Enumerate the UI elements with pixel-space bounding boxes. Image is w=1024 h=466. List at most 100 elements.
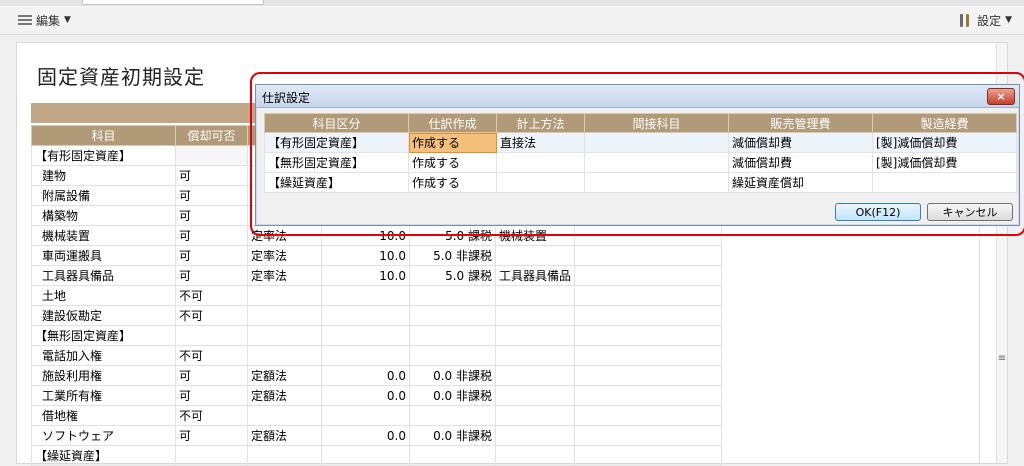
table-row[interactable]: 【繰延資産】 作成する 繰延資産償却 [264,172,1017,193]
table-row[interactable]: 車両運搬具可定率法 10.0 5.0 非課税 [31,245,723,266]
settings-menu-button[interactable]: 設定 ▼ [957,12,1012,28]
cell-zanzon[interactable]: 5.0 非課税 [409,245,496,266]
cell-nensu[interactable]: 0.0 [321,425,410,446]
edit-menu-button[interactable]: 編集 ▼ [18,12,71,28]
cell-zanzon[interactable] [409,405,496,426]
cell-kamoku[interactable]: 施設利用権 [31,365,176,386]
cell-kamoku[interactable]: 構築物 [31,205,176,226]
cell-shiwake-sakusei[interactable]: 作成する [408,152,497,173]
col-header-seizo-keihi[interactable]: 製造経費 [872,113,1017,133]
scroll-grip-icon[interactable]: ≡ [997,353,1007,364]
cell-kamoku[interactable]: 機械装置 [31,225,176,246]
cell-shokyaku[interactable]: 不可 [175,285,248,306]
cell-kamoku2[interactable]: 工具器具備品 [494,265,576,286]
cell-extra[interactable] [574,245,723,266]
cell-zanzon[interactable]: 0.0 非課税 [409,425,496,446]
cell-kansetsu-kamoku[interactable] [584,152,729,173]
cell-kamoku[interactable]: ソフトウェア [31,425,176,446]
cell-keijo-houhou[interactable]: 直接法 [496,132,585,153]
cell-shokyaku[interactable]: 可 [175,225,248,246]
cell-nensu[interactable] [321,445,410,466]
cell-zanzon[interactable]: 0.0 非課税 [409,365,496,386]
cell-shokyaku[interactable]: 不可 [175,305,248,326]
cell-nensu[interactable] [321,285,410,306]
cell-nensu[interactable]: 0.0 [321,365,410,386]
cell-kamoku[interactable]: 建設仮勘定 [31,305,176,326]
cell-kamoku-kubun[interactable]: 【無形固定資産】 [264,152,409,173]
cell-zanzon[interactable] [409,445,496,466]
col-header-kansetsu-kamoku[interactable]: 間接科目 [584,113,729,133]
cell-shokyaku[interactable]: 可 [175,165,248,186]
table-row[interactable]: 【無形固定資産】 作成する 減価償却費 [製]減価償却費 [264,152,1017,173]
cell-keijo-houhou[interactable] [496,152,585,173]
cell-kamoku-kubun[interactable]: 【繰延資産】 [264,172,409,193]
ok-button[interactable]: OK(F12) [835,203,921,221]
cell-houhou[interactable]: 定額法 [247,385,322,406]
cell-kamoku2[interactable] [494,405,576,426]
cell-houhou[interactable]: 定率法 [247,265,322,286]
cell-shiwake-sakusei[interactable]: 作成する [408,132,497,153]
table-row[interactable]: ソフトウェア可定額法 0.0 0.0 非課税 [31,425,723,446]
cell-houhou[interactable] [247,325,322,346]
cell-kamoku[interactable]: 電話加入権 [31,345,176,366]
col-header-hanbai-kanrihi[interactable]: 販売管理費 [728,113,873,133]
cell-kamoku2[interactable] [494,305,576,326]
col-header-keijo-houhou[interactable]: 計上方法 [496,113,585,133]
cell-extra[interactable] [574,325,723,346]
col-header-kamoku-kubun[interactable]: 科目区分 [264,113,409,133]
table-row[interactable]: 【無形固定資産】 [31,325,723,346]
cell-extra[interactable] [574,305,723,326]
table-row[interactable]: 施設利用権可定額法 0.0 0.0 非課税 [31,365,723,386]
cell-extra[interactable] [574,365,723,386]
cell-kansetsu-kamoku[interactable] [584,132,729,153]
cell-kamoku2[interactable] [494,285,576,306]
cell-extra[interactable] [574,265,723,286]
cell-houhou[interactable] [247,445,322,466]
cell-shokyaku[interactable]: 可 [175,385,248,406]
cell-kansetsu-kamoku[interactable] [584,172,729,193]
cell-shokyaku[interactable] [175,445,248,466]
cell-kamoku[interactable]: 附属設備 [31,185,176,206]
cell-shokyaku[interactable]: 不可 [175,405,248,426]
cell-kamoku[interactable]: 借地権 [31,405,176,426]
cell-nensu[interactable]: 10.0 [321,245,410,266]
cell-shiwake-sakusei[interactable]: 作成する [408,172,497,193]
cell-extra[interactable] [574,405,723,426]
cell-kamoku[interactable]: 土地 [31,285,176,306]
cell-nensu[interactable] [321,405,410,426]
cell-kamoku2[interactable] [494,445,576,466]
cell-shokyaku[interactable]: 可 [175,245,248,266]
cell-shokyaku[interactable] [175,145,248,166]
table-row[interactable]: 建設仮勘定 不可 [31,305,723,326]
cell-nensu[interactable] [321,325,410,346]
cell-zanzon[interactable]: 5.0 課税 [409,265,496,286]
cell-shokyaku[interactable]: 可 [175,425,248,446]
close-button[interactable]: × [987,88,1015,105]
cell-shokyaku[interactable]: 可 [175,265,248,286]
table-row[interactable]: 工業所有権可定額法 0.0 0.0 非課税 [31,385,723,406]
cell-kamoku2[interactable] [494,425,576,446]
cell-shokyaku[interactable] [175,325,248,346]
table-row[interactable]: 電話加入権 不可 [31,345,723,366]
table-row[interactable]: 借地権 不可 [31,405,723,426]
cell-houhou[interactable] [247,345,322,366]
cell-kamoku-kubun[interactable]: 【有形固定資産】 [264,132,409,153]
cell-kamoku[interactable]: 【繰延資産】 [31,445,176,466]
cell-extra[interactable] [574,425,723,446]
cell-houhou[interactable] [247,405,322,426]
cell-seizo-keihi[interactable] [872,172,1017,193]
cell-kamoku[interactable]: 【無形固定資産】 [31,325,176,346]
cell-houhou[interactable] [247,305,322,326]
cell-zanzon[interactable] [409,325,496,346]
cell-houhou[interactable] [247,285,322,306]
cell-extra[interactable] [574,285,723,306]
cell-hanbai-kanrihi[interactable]: 減価償却費 [728,132,873,153]
cell-kamoku2[interactable] [494,385,576,406]
dialog-titlebar[interactable]: 仕訳設定 × [256,85,1019,108]
cell-kamoku[interactable]: 工業所有権 [31,385,176,406]
cell-kamoku2[interactable] [494,245,576,266]
cell-shokyaku[interactable]: 可 [175,365,248,386]
cell-seizo-keihi[interactable]: [製]減価償却費 [872,152,1017,173]
cell-keijo-houhou[interactable] [496,172,585,193]
cancel-button[interactable]: キャンセル [927,203,1013,221]
